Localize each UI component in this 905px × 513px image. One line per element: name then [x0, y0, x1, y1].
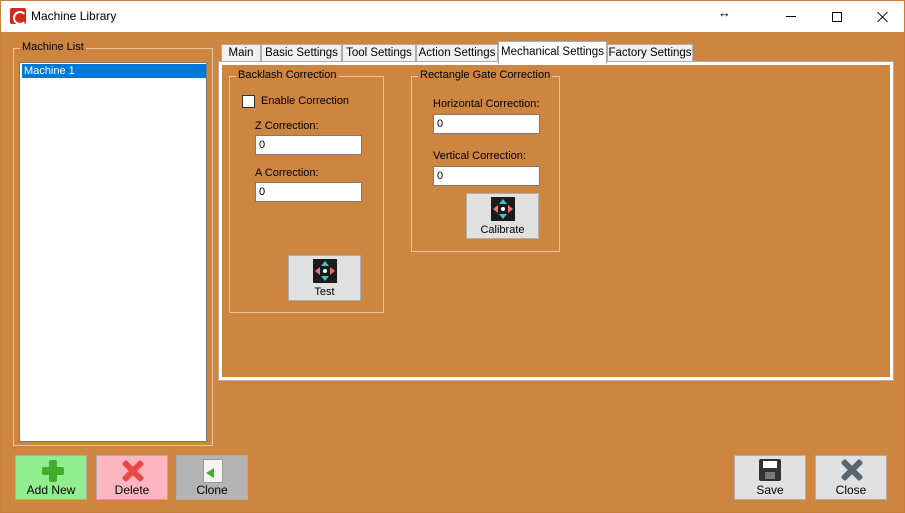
machine-library-window: Machine Library ↔ Machine List Machine 1…: [0, 0, 905, 513]
z-correction-label: Z Correction:: [255, 120, 319, 132]
minimize-button[interactable]: [768, 1, 814, 32]
horizontal-correction-field[interactable]: 0: [433, 114, 540, 134]
z-correction-field[interactable]: 0: [255, 135, 362, 155]
test-button-label: Test: [314, 286, 335, 298]
close-button[interactable]: Close: [815, 455, 887, 500]
tab-main[interactable]: Main: [221, 44, 261, 63]
tab-action-settings[interactable]: Action Settings: [416, 44, 498, 63]
maximize-icon: [832, 11, 842, 22]
a-correction-label: A Correction:: [255, 167, 319, 179]
window-title: Machine Library: [31, 9, 117, 23]
enable-correction-label: Enable Correction: [261, 95, 350, 107]
calibrate-button-label: Calibrate: [480, 224, 525, 236]
add-new-label: Add New: [26, 483, 76, 497]
move-arrows-icon: [313, 259, 337, 283]
delete-label: Delete: [114, 483, 150, 497]
tab-basic-settings[interactable]: Basic Settings: [261, 44, 342, 63]
delete-button[interactable]: Delete: [96, 455, 168, 500]
vertical-correction-label: Vertical Correction:: [433, 150, 526, 162]
tab-factory-settings[interactable]: Factory Settings: [607, 44, 693, 63]
horizontal-correction-label: Horizontal Correction:: [433, 98, 540, 110]
maximize-button[interactable]: [814, 1, 860, 32]
close-icon: [841, 459, 863, 481]
clone-label: Clone: [196, 483, 228, 497]
app-logo-icon: [10, 8, 27, 25]
clone-button[interactable]: Clone: [176, 455, 248, 500]
save-label: Save: [756, 483, 784, 497]
enable-correction-checkbox[interactable]: [242, 95, 255, 108]
tab-tool-settings[interactable]: Tool Settings: [342, 44, 416, 63]
save-button[interactable]: Save: [734, 455, 806, 500]
move-arrows-icon: [491, 197, 515, 221]
window-close-button[interactable]: [860, 1, 905, 32]
rectangle-gate-correction-label: Rectangle Gate Correction: [418, 69, 553, 81]
close-icon: [877, 11, 889, 23]
add-new-button[interactable]: Add New: [15, 455, 87, 500]
title-bar: Machine Library ↔: [1, 1, 904, 32]
list-item[interactable]: Machine 1: [22, 64, 206, 78]
tab-mechanical-settings[interactable]: Mechanical Settings: [498, 41, 607, 64]
delete-icon: [122, 460, 144, 482]
backlash-correction-label: Backlash Correction: [236, 69, 339, 81]
close-label: Close: [835, 483, 867, 497]
minimize-icon: [786, 16, 796, 17]
machine-list-label: Machine List: [20, 41, 86, 53]
vertical-correction-field[interactable]: 0: [433, 166, 540, 186]
clone-icon: [203, 459, 223, 483]
a-correction-field[interactable]: 0: [255, 182, 362, 202]
plus-icon: [42, 460, 64, 482]
test-button[interactable]: Test: [288, 255, 361, 301]
machine-listbox[interactable]: Machine 1: [19, 62, 207, 442]
save-icon: [759, 459, 781, 481]
calibrate-button[interactable]: Calibrate: [466, 193, 539, 239]
resize-arrow-icon: ↔: [718, 5, 731, 20]
